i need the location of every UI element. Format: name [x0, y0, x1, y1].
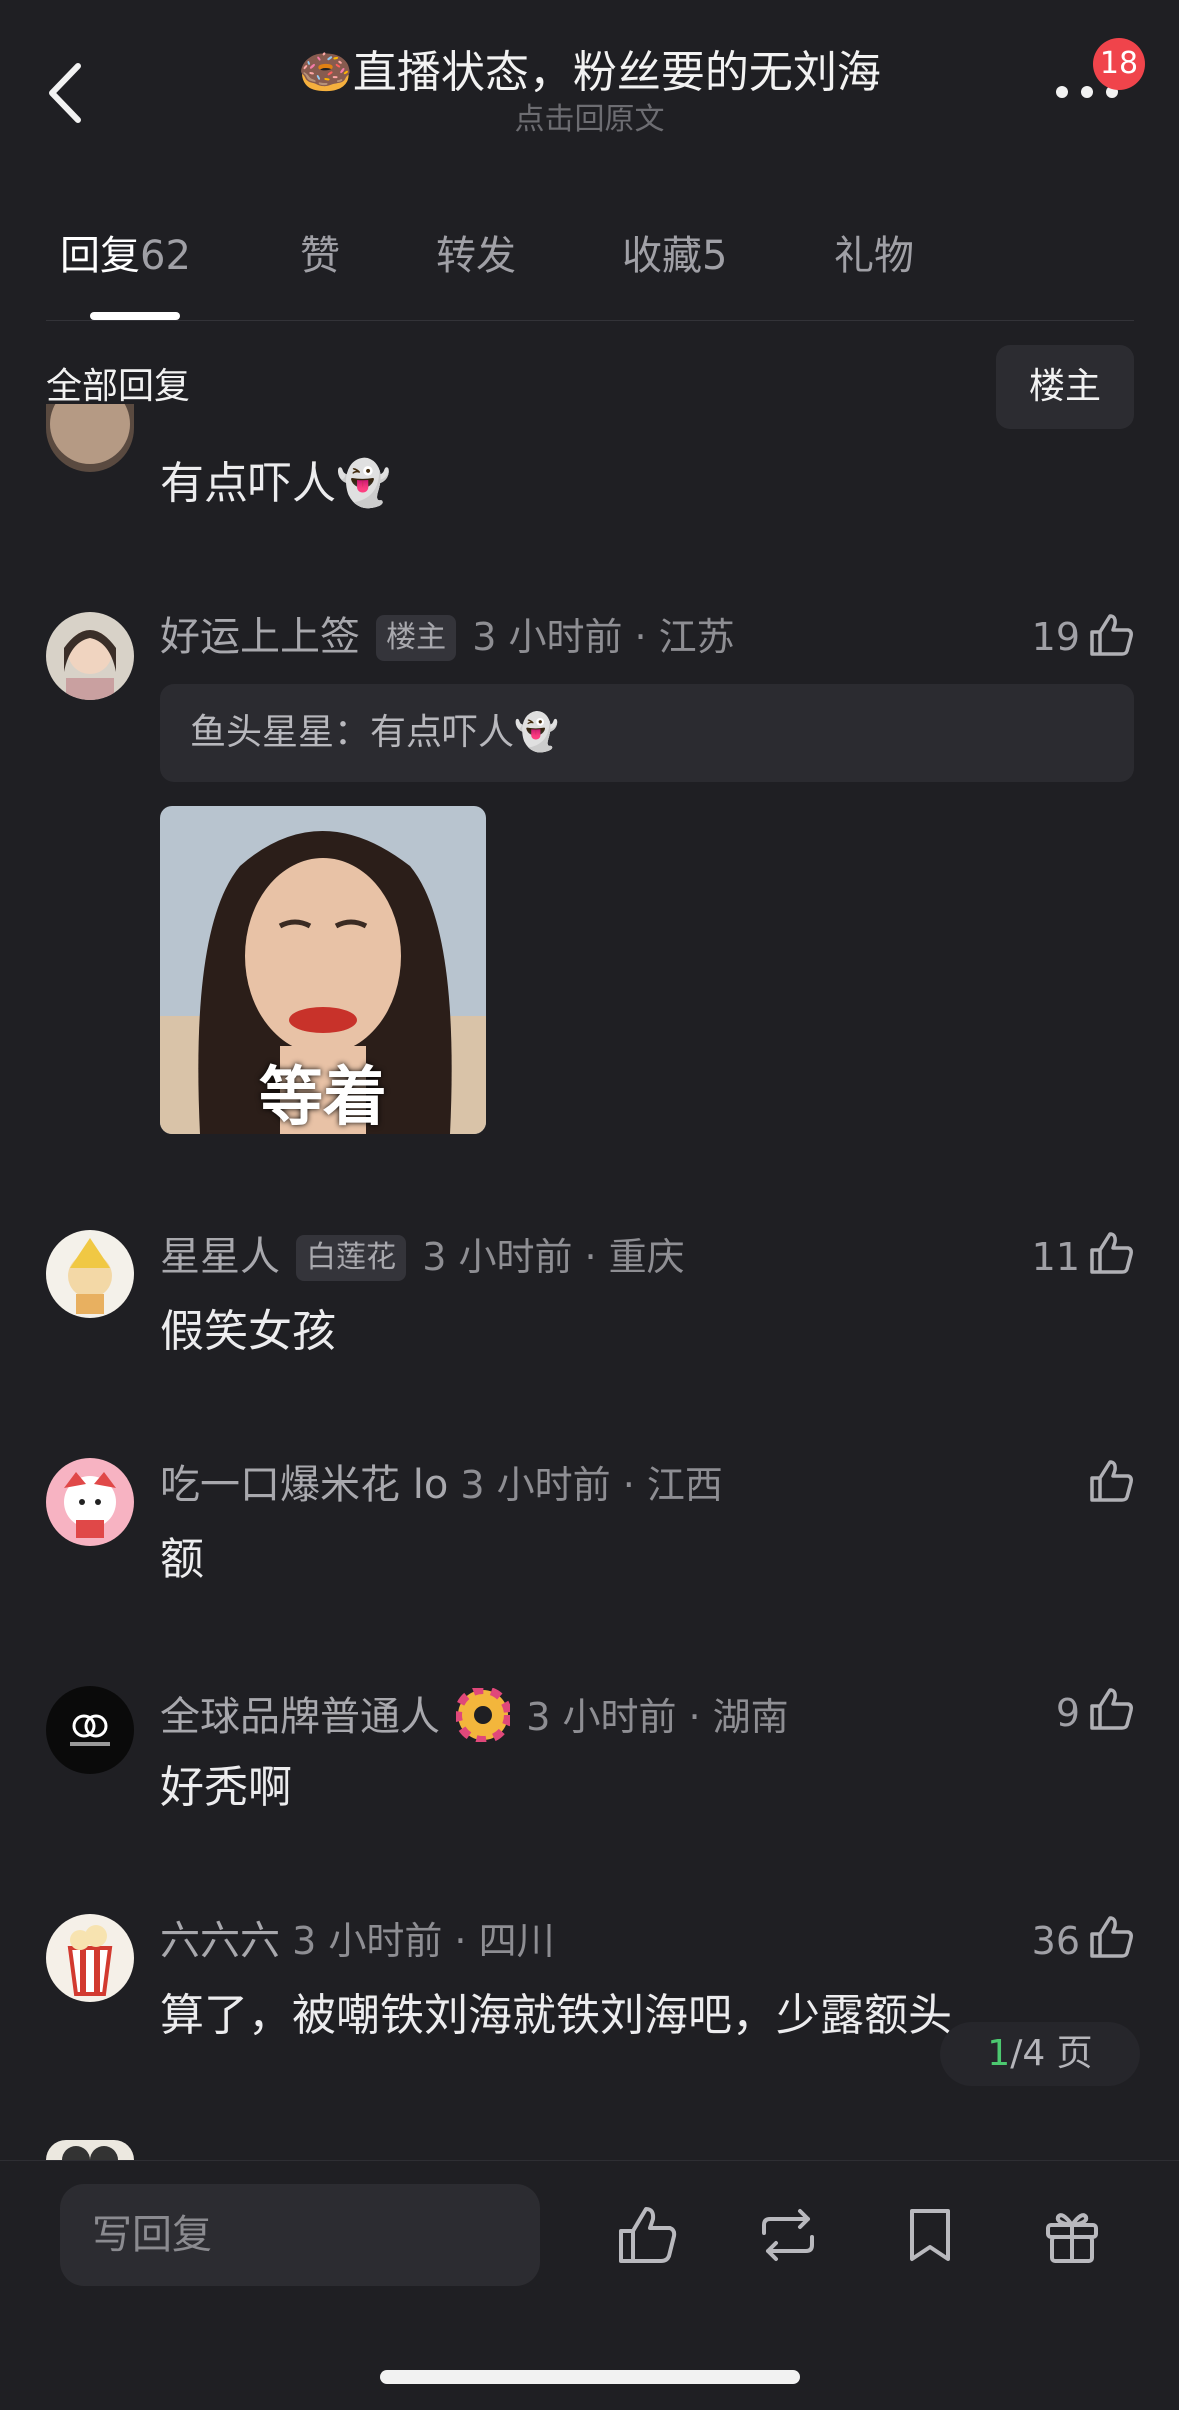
avatar[interactable] — [46, 404, 134, 472]
like-icon[interactable] — [1086, 1684, 1136, 1734]
repost-icon[interactable] — [756, 2203, 820, 2267]
tab-likes[interactable]: 赞 — [300, 228, 340, 284]
avatar[interactable] — [46, 1914, 134, 2002]
tab-gifts[interactable]: 礼物 — [834, 228, 914, 284]
like-count: 19 — [1031, 615, 1080, 659]
like-count: 9 — [1055, 1691, 1080, 1735]
quoted-reply[interactable]: 鱼头星星：有点吓人👻 — [160, 684, 1134, 782]
post-title-area[interactable]: 🍩直播状态，粉丝要的无刘海 点击回原文 — [0, 44, 1179, 138]
owner-tag: 楼主 — [376, 615, 457, 661]
username[interactable]: 全球品牌普通人 — [160, 1694, 440, 1740]
comment-meta: 星星人 白莲花 3 小时前 · 重庆 — [160, 1232, 685, 1282]
current-page: 1 — [987, 2033, 1011, 2074]
time-location: 3 小时前 · 重庆 — [422, 1235, 685, 1279]
home-indicator — [380, 2370, 800, 2384]
username[interactable]: 星星人 — [160, 1234, 280, 1280]
tab-label: 赞 — [300, 233, 340, 279]
username[interactable]: 好运上上签 — [160, 614, 360, 660]
user-tag: 白莲花 — [296, 1235, 407, 1281]
tab-label: 礼物 — [834, 233, 914, 279]
tabs-divider — [46, 320, 1134, 321]
time-location: 3 小时前 · 湖南 — [526, 1695, 789, 1739]
time-location: 3 小时前 · 江西 — [460, 1463, 723, 1507]
avatar[interactable] — [46, 2140, 134, 2160]
owner-only-filter-button[interactable]: 楼主 — [996, 345, 1134, 429]
avatar[interactable] — [46, 1686, 134, 1774]
like-post-icon[interactable] — [615, 2203, 679, 2267]
post-title: 🍩直播状态，粉丝要的无刘海 — [298, 47, 881, 98]
like-icon[interactable] — [1086, 1456, 1136, 1506]
tab-count: 62 — [140, 233, 191, 279]
like-count: 11 — [1031, 1235, 1080, 1279]
reply-image[interactable]: 等着 — [160, 806, 486, 1134]
like-icon[interactable] — [1086, 1912, 1136, 1962]
like-icon[interactable] — [1086, 610, 1136, 660]
comment-text: 好秃啊 — [160, 1762, 292, 1813]
avatar[interactable] — [46, 1458, 134, 1546]
comment-text: 算了，被嘲铁刘海就铁刘海吧，少露额头 — [160, 1990, 952, 2041]
gift-icon[interactable] — [1040, 2203, 1104, 2267]
tab-label: 回复 — [60, 233, 140, 279]
tab-replies[interactable]: 回复62 — [60, 228, 191, 284]
tab-reposts[interactable]: 转发 — [436, 228, 516, 284]
tab-label: 转发 — [436, 233, 516, 279]
total-pages: /4 页 — [1010, 2033, 1093, 2074]
comment-text: 额 — [160, 1534, 204, 1585]
avatar[interactable] — [46, 1230, 134, 1318]
comment-text: 有点吓人👻 — [160, 458, 391, 509]
comment-meta: 好运上上签 楼主 3 小时前 · 江苏 — [160, 612, 735, 662]
reply-input[interactable]: 写回复 — [60, 2184, 540, 2286]
active-tab-indicator — [90, 312, 180, 320]
notification-badge: 18 — [1093, 38, 1145, 90]
donut-badge-icon — [454, 1686, 513, 1744]
username[interactable]: 六六六 — [160, 1918, 280, 1964]
bookmark-icon[interactable] — [898, 2203, 962, 2267]
back-to-original-link[interactable]: 点击回原文 — [0, 102, 1179, 138]
page-indicator[interactable]: 1/4 页 — [940, 2022, 1140, 2086]
time-location: 3 小时前 · 四川 — [292, 1919, 555, 1963]
time-location: 3 小时前 · 江苏 — [472, 615, 735, 659]
comment-meta: 全球品牌普通人 3 小时前 · 湖南 — [160, 1686, 789, 1744]
comment-meta: 吃一口爆米花 lo 3 小时前 · 江西 — [160, 1460, 723, 1510]
like-count: 36 — [1031, 1919, 1080, 1963]
comment-meta: 六六六 3 小时前 · 四川 — [160, 1916, 555, 1966]
image-caption: 等着 — [259, 1061, 387, 1134]
like-icon[interactable] — [1086, 1228, 1136, 1278]
username[interactable]: 吃一口爆米花 lo — [160, 1462, 448, 1508]
avatar[interactable] — [46, 612, 134, 700]
tab-favorites[interactable]: 收藏5 — [622, 228, 727, 284]
tab-count: 5 — [702, 233, 728, 279]
tab-label: 收藏 — [622, 233, 702, 279]
comment-text: 假笑女孩 — [160, 1306, 336, 1357]
